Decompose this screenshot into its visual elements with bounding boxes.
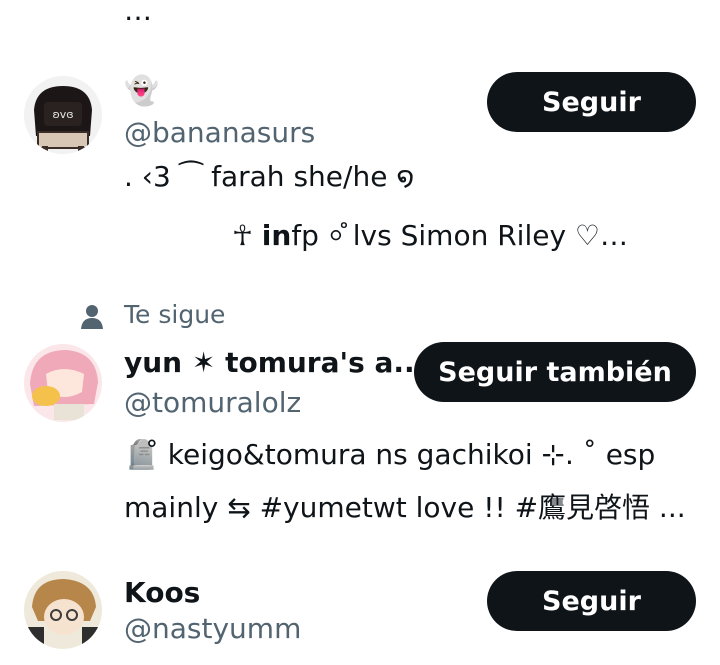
bio-line: ☥ infp ⸰̊ lvs Simon Riley ♡… — [232, 216, 628, 254]
username-handle[interactable]: @tomuralolz — [124, 386, 301, 419]
bio-fragment: ☥ — [232, 219, 262, 252]
display-name[interactable]: 👻 — [124, 74, 159, 107]
username-handle[interactable]: @bananasurs — [124, 116, 315, 149]
bio-line: . ‹3 ⁀ farah she/he ໑ — [124, 160, 415, 193]
avatar-image — [24, 571, 102, 649]
bio-line: 🪦̊ keigo&tomura ns gachikoi ⊹. ˚ esp — [124, 438, 656, 471]
user-cell-tomuralolz[interactable]: Te sigue yun ✶ tomura's a... @tomuralolz… — [0, 290, 720, 540]
username-handle[interactable]: @nastyumm — [124, 612, 301, 645]
bio-bold-fragment: in — [261, 219, 292, 252]
svg-text:ʚvɞ: ʚvɞ — [52, 108, 73, 121]
user-cell-bananasurs[interactable]: ʚvɞ 👻 @bananasurs Seguir . ‹3 ⁀ farah sh… — [0, 60, 720, 270]
avatar-image — [24, 344, 102, 422]
avatar[interactable] — [24, 344, 102, 422]
avatar-image: ʚvɞ — [24, 76, 102, 154]
follow-button[interactable]: Seguir — [487, 571, 696, 631]
person-icon — [80, 304, 104, 330]
avatar[interactable]: ʚvɞ — [24, 76, 102, 154]
user-cell-nastyumm[interactable]: Koos @nastyumm Seguir — [0, 562, 720, 665]
truncated-text-top: … — [124, 0, 153, 27]
display-name[interactable]: yun ✶ tomura's a... — [124, 346, 425, 379]
avatar[interactable] — [24, 571, 102, 649]
follow-back-button[interactable]: Seguir también — [414, 342, 696, 402]
bio-fragment: fp ⸰̊ lvs Simon Riley ♡… — [291, 219, 629, 252]
display-name[interactable]: Koos — [124, 576, 200, 609]
follows-you-label: Te sigue — [124, 300, 226, 329]
follow-button[interactable]: Seguir — [487, 72, 696, 132]
bio-line: mainly ⇆ #yumetwt love !! #鷹見啓悟 ... — [124, 491, 686, 524]
